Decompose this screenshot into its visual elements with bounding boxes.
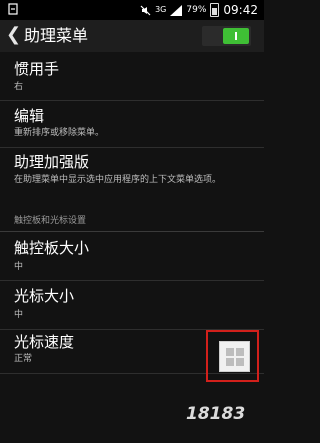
item-subtitle: 右 [14,82,24,92]
list-item-dominant-hand[interactable]: 惯用手 右 [0,52,264,101]
notification-icon [8,3,18,15]
grid-icon-cell [225,357,234,366]
list-item-assistant-plus[interactable]: 助理加强版 在助理菜单中显示选中应用程序的上下文菜单选项。 [0,148,264,206]
grid-icon-cell [235,357,244,366]
item-title: 光标速度 [14,333,75,351]
item-subtitle: 在助理菜单中显示选中应用程序的上下文菜单选项。 [14,175,222,185]
mute-icon [140,5,151,15]
battery-percent: 79% [186,5,207,15]
item-title: 编辑 [14,107,45,125]
action-bar: ❮ 助理菜单 [0,20,264,52]
list-item-cursor-size[interactable]: 光标大小 中 [0,281,264,330]
grid-icon-cell [225,347,234,356]
assistant-menu-button[interactable] [219,341,250,372]
section-header: 触控板和光标设置 [0,207,264,232]
list-item-edit[interactable]: 编辑 重新排序或移除菜单。 [0,101,264,148]
status-bar: 3G 79% 09:42 [0,0,264,20]
toggle-knob [223,28,249,44]
item-title: 惯用手 [14,60,60,78]
watermark-logo: 18183 [186,404,246,424]
list-item-touchpad-size[interactable]: 触控板大小 中 [0,232,264,281]
item-subtitle: 中 [14,262,24,272]
item-subtitle: 中 [14,310,24,320]
item-title: 光标大小 [14,287,75,305]
grid-icon-cell [235,347,244,356]
item-title: 助理加强版 [14,153,90,171]
item-title: 触控板大小 [14,239,90,257]
network-type: 3G [155,5,167,14]
back-arrow-icon[interactable]: ❮ [6,25,21,45]
section-header-label: 触控板和光标设置 [14,216,87,226]
battery-icon [210,3,220,17]
clock: 09:42 [223,3,258,17]
assistant-menu-toggle[interactable] [202,26,251,46]
item-subtitle: 重新排序或移除菜单。 [14,128,105,138]
signal-icon [170,4,183,16]
page-title: 助理菜单 [24,26,89,45]
